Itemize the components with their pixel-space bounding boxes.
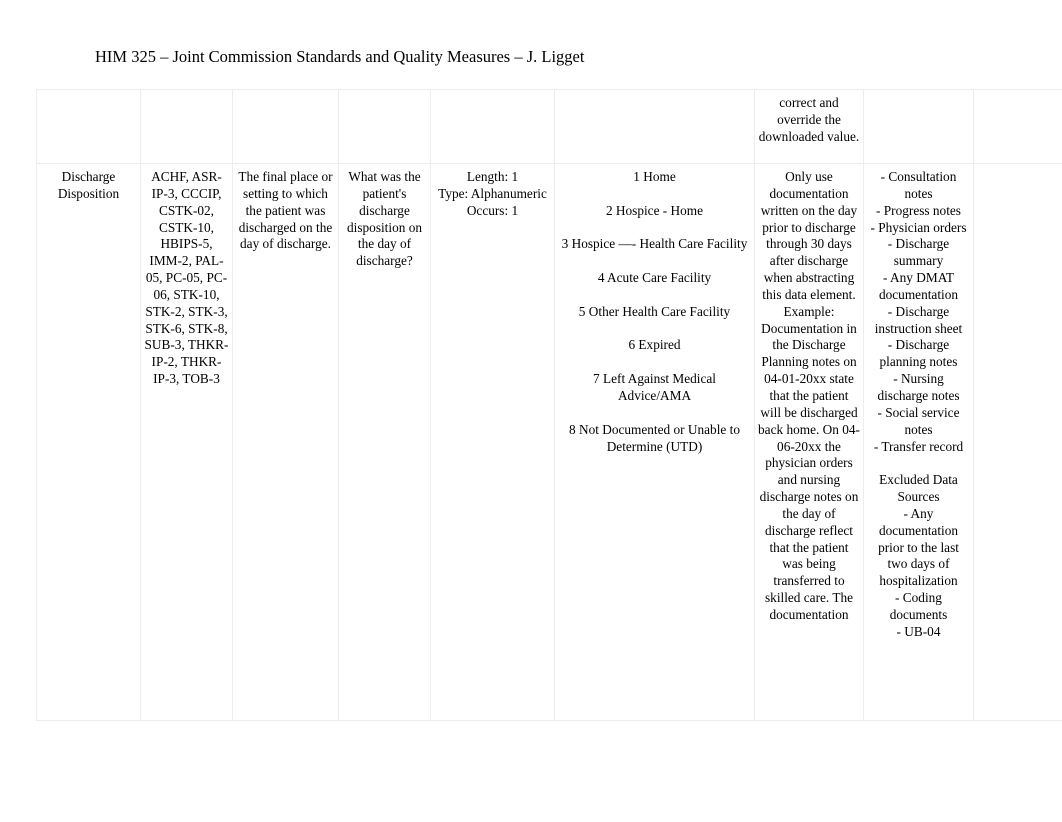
cell-question: [338, 89, 431, 164]
cell-trailing: [973, 163, 1062, 721]
cell-definition: The final place or setting to which the …: [232, 163, 339, 721]
cell-data-element-name: [36, 89, 141, 164]
cell-text: 1 Home 2 Hospice - Home 3 Hospice —- Hea…: [561, 169, 748, 454]
cell-text: correct and override the downloaded valu…: [758, 95, 860, 144]
document-header: HIM 325 – Joint Commission Standards and…: [95, 47, 585, 66]
cell-text: The final place or setting to which the …: [238, 169, 333, 252]
cell-notes-for-abstraction: Only use documentation written on the da…: [754, 163, 864, 721]
cell-trailing: [973, 89, 1062, 164]
cell-format: Length: 1 Type: Alphanumeric Occurs: 1: [430, 163, 555, 721]
document-page: HIM 325 – Joint Commission Standards and…: [0, 0, 1062, 822]
cell-text: ACHF, ASR-IP-3, CCCIP, CSTK-02, CSTK-10,…: [144, 169, 229, 387]
cell-data-element-name: Discharge Disposition: [36, 163, 141, 721]
table-row: correct and override the downloaded valu…: [36, 89, 1062, 164]
data-element-table: correct and override the downloaded valu…: [36, 89, 1062, 721]
data-element-table-wrapper: correct and override the downloaded valu…: [36, 89, 1062, 721]
cell-text: What was the patient's discharge disposi…: [347, 169, 422, 269]
cell-suggested-data-sources: [863, 89, 974, 164]
cell-allowable-values: 1 Home 2 Hospice - Home 3 Hospice —- Hea…: [554, 163, 755, 721]
cell-allowable-values: [554, 89, 755, 164]
cell-text: Only use documentation written on the da…: [758, 169, 860, 622]
cell-definition: [232, 89, 339, 164]
cell-text: Length: 1 Type: Alphanumeric Occurs: 1: [438, 169, 547, 218]
cell-suggested-data-sources: - Consultation notes - Progress notes - …: [863, 163, 974, 721]
cell-text: - Consultation notes - Progress notes - …: [870, 169, 967, 639]
cell-question: What was the patient's discharge disposi…: [338, 163, 431, 721]
cell-notes-for-abstraction: correct and override the downloaded valu…: [754, 89, 864, 164]
cell-collected-for: [140, 89, 233, 164]
cell-text: Discharge Disposition: [57, 169, 120, 201]
cell-collected-for: ACHF, ASR-IP-3, CCCIP, CSTK-02, CSTK-10,…: [140, 163, 233, 721]
cell-format: [430, 89, 555, 164]
table-row: Discharge Disposition ACHF, ASR-IP-3, CC…: [36, 163, 1062, 721]
